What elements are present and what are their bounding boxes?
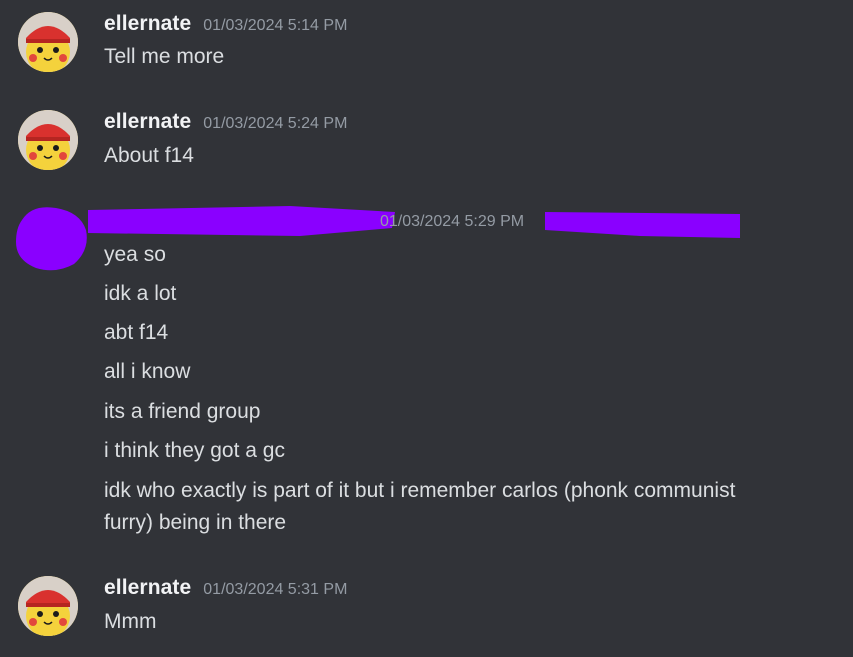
message-text: all i know [104, 360, 191, 383]
message-text: yea so [104, 243, 166, 266]
message-header: ellernate 01/03/2024 5:14 PM [104, 12, 347, 36]
chat-log: ellernate 01/03/2024 5:14 PM Tell me mor… [0, 0, 853, 657]
message-text: abt f14 [104, 321, 169, 344]
message-text: i think they got a gc [104, 439, 285, 462]
redacted-avatar [16, 207, 87, 271]
message-text: About f14 [104, 144, 194, 167]
message-header: ellernate 01/03/2024 5:31 PM [104, 576, 347, 600]
pikachu-avatar-icon[interactable] [18, 576, 78, 636]
message-text: idk a lot [104, 282, 177, 305]
message-header: ellernate 01/03/2024 5:24 PM [104, 110, 347, 134]
pikachu-avatar-icon[interactable] [18, 110, 78, 170]
timestamp[interactable]: 01/03/2024 5:31 PM [203, 581, 347, 599]
timestamp[interactable]: 01/03/2024 5:24 PM [203, 115, 347, 133]
username[interactable]: ellernate [104, 12, 191, 36]
message-text: its a friend group [104, 400, 261, 423]
username[interactable]: ellernate [104, 110, 191, 134]
message-text: idk who exactly is part of it but i reme… [104, 479, 736, 502]
message-text: Tell me more [104, 45, 225, 68]
pikachu-avatar-icon[interactable] [18, 12, 78, 72]
timestamp[interactable]: 01/03/2024 5:14 PM [203, 17, 347, 35]
timestamp[interactable]: 01/03/2024 5:29 PM [380, 213, 524, 231]
message-text: Mmm [104, 610, 157, 633]
username[interactable]: ellernate [104, 576, 191, 600]
message-text: furry) being in there [104, 511, 287, 534]
